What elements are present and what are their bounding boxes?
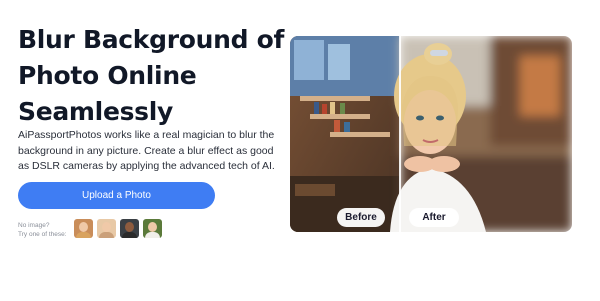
sample-photo-1[interactable] xyxy=(74,219,93,238)
before-label: Before xyxy=(337,208,385,227)
comparison-photo xyxy=(290,36,572,232)
sample-prompt-line1: No image? xyxy=(18,222,50,229)
hero-description: AiPassportPhotos works like a real magic… xyxy=(18,129,275,172)
before-after-comparison-image[interactable] xyxy=(290,36,572,232)
sample-prompt-line2: Try one of these: xyxy=(18,231,67,238)
sample-thumbnails xyxy=(74,219,162,238)
sample-photo-4[interactable] xyxy=(143,219,162,238)
upload-photo-button[interactable]: Upload a Photo xyxy=(18,182,215,209)
sample-photo-2[interactable] xyxy=(97,219,116,238)
sample-photo-3[interactable] xyxy=(120,219,139,238)
page-title: Blur Background of Photo Online Seamless… xyxy=(18,25,285,126)
sample-prompt: No image? Try one of these: xyxy=(18,221,74,239)
after-label: After xyxy=(409,208,459,227)
